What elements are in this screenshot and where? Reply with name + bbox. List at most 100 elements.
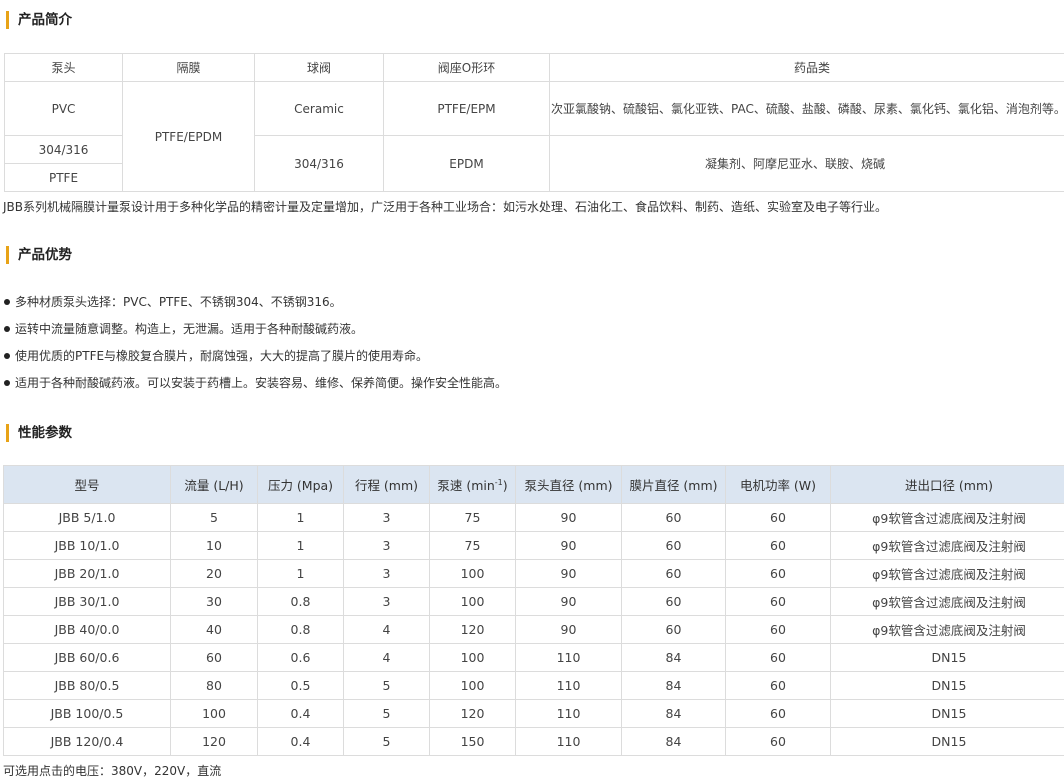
header-cell: 流量 (L/H) xyxy=(170,465,258,504)
pump-head-cell: PTFE xyxy=(4,163,123,192)
list-item-text: 多种材质泵头选择：PVC、PTFE、不锈钢304、不锈钢316。 xyxy=(15,295,342,309)
table-row: JBB 120/0.4 120 0.4 5 150 110 84 60 DN15 xyxy=(3,727,1064,756)
table-cell: 90 xyxy=(515,615,622,644)
table-cell: JBB 5/1.0 xyxy=(3,503,171,532)
table-cell: JBB 30/1.0 xyxy=(3,587,171,616)
table-cell: 30 xyxy=(170,587,258,616)
section-title-advantages: 产品优势 xyxy=(6,246,72,264)
table-cell: 60 xyxy=(725,587,831,616)
table-cell: JBB 20/1.0 xyxy=(3,559,171,588)
table-cell: 120 xyxy=(429,699,516,728)
table-cell: JBB 120/0.4 xyxy=(3,727,171,756)
table-cell: 60 xyxy=(725,559,831,588)
table-cell: JBB 10/1.0 xyxy=(3,531,171,560)
header-cell-speed-close: ) xyxy=(502,478,508,493)
chemicals-cell: 次亚氯酸钠、硫酸铝、氯化亚铁、PAC、硫酸、盐酸、磷酸、尿素、氯化钙、氯化铝、消… xyxy=(549,81,1064,136)
materials-table: 泵头 隔膜 球阀 阀座O形环 药品类 PVC PTFE/EPDM Ceramic… xyxy=(4,53,1064,192)
table-cell: 5 xyxy=(343,727,430,756)
table-cell: 90 xyxy=(515,531,622,560)
table-cell: JBB 80/0.5 xyxy=(3,671,171,700)
table-cell: 60 xyxy=(725,531,831,560)
bullet-icon xyxy=(4,298,10,305)
seat-ring-cell: EPDM xyxy=(383,135,550,192)
table-cell: 60 xyxy=(725,643,831,672)
table-cell: 60 xyxy=(725,615,831,644)
table-cell: DN15 xyxy=(830,699,1064,728)
table-row: JBB 40/0.0 40 0.8 4 120 90 60 60 φ9软管含过滤底阀及注射阀 xyxy=(3,615,1064,644)
header-cell: 泵头 xyxy=(4,53,123,82)
list-item-text: 使用优质的PTFE与橡胶复合膜片，耐腐蚀强，大大的提高了膜片的使用寿命。 xyxy=(15,349,429,363)
header-cell-speed: 泵速 (min-1) xyxy=(429,465,516,504)
table-cell: 100 xyxy=(429,587,516,616)
table-cell: 0.5 xyxy=(257,671,344,700)
table-cell: 60 xyxy=(621,559,726,588)
section-title-intro: 产品简介 xyxy=(6,11,72,29)
header-cell: 隔膜 xyxy=(122,53,255,82)
table-cell: φ9软管含过滤底阀及注射阀 xyxy=(830,503,1064,532)
table-cell: 120 xyxy=(429,615,516,644)
table-row: JBB 100/0.5 100 0.4 5 120 110 84 60 DN15 xyxy=(3,699,1064,728)
table-cell: 60 xyxy=(621,503,726,532)
table-cell: 110 xyxy=(515,643,622,672)
table-cell: 5 xyxy=(170,503,258,532)
table-cell: JBB 100/0.5 xyxy=(3,699,171,728)
table-cell: 80 xyxy=(170,671,258,700)
table-cell: 60 xyxy=(725,699,831,728)
seat-ring-cell: PTFE/EPM xyxy=(383,81,550,136)
table-cell: 3 xyxy=(343,531,430,560)
header-cell-speed-label: 泵速 (min xyxy=(437,478,495,493)
table-cell: 0.4 xyxy=(257,699,344,728)
ball-valve-cell: Ceramic xyxy=(254,81,384,136)
table-cell: 100 xyxy=(429,643,516,672)
header-cell: 泵头直径 (mm) xyxy=(515,465,622,504)
table-cell: 110 xyxy=(515,727,622,756)
table-cell: 90 xyxy=(515,503,622,532)
list-item: 使用优质的PTFE与橡胶复合膜片，耐腐蚀强，大大的提高了膜片的使用寿命。 xyxy=(4,346,507,373)
table-cell: 3 xyxy=(343,587,430,616)
table-cell: DN15 xyxy=(830,671,1064,700)
table-cell: 60 xyxy=(621,587,726,616)
list-item: 适用于各种耐酸碱药液。可以安装于药槽上。安装容易、维修、保养简便。操作安全性能高… xyxy=(4,373,507,400)
list-item: 多种材质泵头选择：PVC、PTFE、不锈钢304、不锈钢316。 xyxy=(4,292,507,319)
table-cell: 100 xyxy=(170,699,258,728)
table-cell: 110 xyxy=(515,671,622,700)
footer-note: 可选用点击的电压：380V，220V，直流 xyxy=(3,764,222,778)
ball-valve-cell: 304/316 xyxy=(254,135,384,192)
table-cell: 60 xyxy=(725,727,831,756)
diaphragm-cell: PTFE/EPDM xyxy=(122,81,255,192)
table-row: PVC PTFE/EPDM Ceramic PTFE/EPM 次亚氯酸钠、硫酸铝… xyxy=(4,81,1064,192)
advantages-list: 多种材质泵头选择：PVC、PTFE、不锈钢304、不锈钢316。 运转中流量随意… xyxy=(4,292,507,400)
table-cell: 60 xyxy=(621,531,726,560)
table-cell: 75 xyxy=(429,531,516,560)
table-cell: 40 xyxy=(170,615,258,644)
specs-table: 型号 流量 (L/H) 压力 (Mpa) 行程 (mm) 泵速 (min-1) … xyxy=(3,465,1064,756)
header-cell: 膜片直径 (mm) xyxy=(621,465,726,504)
table-cell: 20 xyxy=(170,559,258,588)
table-cell: φ9软管含过滤底阀及注射阀 xyxy=(830,615,1064,644)
table-row: JBB 80/0.5 80 0.5 5 100 110 84 60 DN15 xyxy=(3,671,1064,700)
header-cell: 药品类 xyxy=(549,53,1064,82)
table-cell: 120 xyxy=(170,727,258,756)
list-item: 运转中流量随意调整。构造上，无泄漏。适用于各种耐酸碱药液。 xyxy=(4,319,507,346)
header-cell: 行程 (mm) xyxy=(343,465,430,504)
header-cell: 进出口径 (mm) xyxy=(830,465,1064,504)
table-cell: 10 xyxy=(170,531,258,560)
table-cell: φ9软管含过滤底阀及注射阀 xyxy=(830,531,1064,560)
table-cell: 150 xyxy=(429,727,516,756)
table-cell: 100 xyxy=(429,559,516,588)
list-item-text: 运转中流量随意调整。构造上，无泄漏。适用于各种耐酸碱药液。 xyxy=(15,322,364,336)
table-cell: 60 xyxy=(170,643,258,672)
header-cell: 型号 xyxy=(3,465,171,504)
pump-head-cell: 304/316 xyxy=(4,135,123,164)
table-row: JBB 20/1.0 20 1 3 100 90 60 60 φ9软管含过滤底阀及注射阀 xyxy=(3,559,1064,588)
header-cell: 球阀 xyxy=(254,53,384,82)
table-cell: 4 xyxy=(343,615,430,644)
table-cell: 5 xyxy=(343,671,430,700)
table-cell: 84 xyxy=(621,671,726,700)
table-header-row: 泵头 隔膜 球阀 阀座O形环 药品类 xyxy=(4,53,1064,82)
table-cell: 60 xyxy=(725,671,831,700)
table-row: JBB 30/1.0 30 0.8 3 100 90 60 60 φ9软管含过滤底阀及注射阀 xyxy=(3,587,1064,616)
table-header-row: 型号 流量 (L/H) 压力 (Mpa) 行程 (mm) 泵速 (min-1) … xyxy=(3,465,1064,504)
table-cell: 4 xyxy=(343,643,430,672)
table-cell: JBB 60/0.6 xyxy=(3,643,171,672)
